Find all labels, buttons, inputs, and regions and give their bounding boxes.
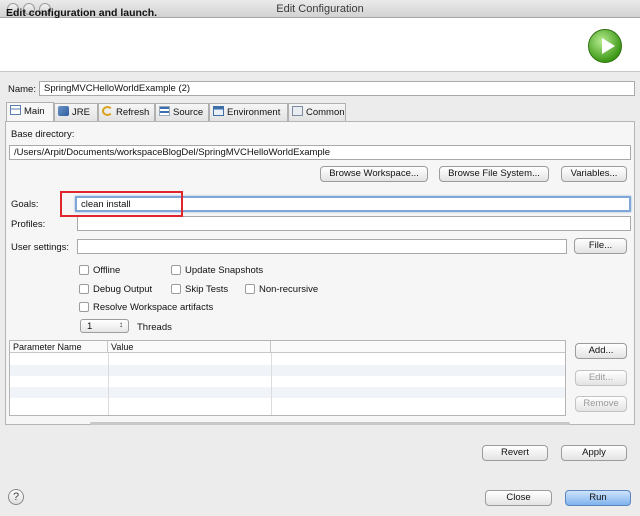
- goals-label: Goals:: [11, 199, 39, 210]
- column-divider: [108, 353, 109, 415]
- tab-environment-label: Environment: [227, 107, 281, 118]
- update-snapshots-checkbox[interactable]: [171, 265, 181, 275]
- tab-common[interactable]: Common: [288, 103, 346, 121]
- environment-icon: [213, 106, 224, 116]
- column-divider: [271, 353, 272, 415]
- apply-button[interactable]: Apply: [561, 445, 627, 461]
- user-settings-label: User settings:: [11, 242, 70, 253]
- browse-file-system-button[interactable]: Browse File System...: [439, 166, 549, 182]
- remove-parameter-button[interactable]: Remove: [575, 396, 627, 412]
- threads-select[interactable]: 1 ↕: [80, 319, 129, 333]
- file-button[interactable]: File...: [574, 238, 627, 254]
- tab-main-label: Main: [24, 106, 45, 117]
- update-snapshots-label: Update Snapshots: [185, 265, 264, 276]
- close-button[interactable]: Close: [485, 490, 552, 506]
- add-parameter-button[interactable]: Add...: [575, 343, 627, 359]
- dialog-header: [0, 18, 640, 72]
- horizontal-scrollbar[interactable]: [90, 422, 570, 425]
- profiles-field[interactable]: [77, 216, 631, 231]
- run-launch-icon: [588, 29, 622, 63]
- debug-output-checkbox[interactable]: [79, 284, 89, 294]
- tab-jre-label: JRE: [72, 107, 90, 118]
- debug-output-label: Debug Output: [93, 284, 153, 295]
- resolve-workspace-label: Resolve Workspace artifacts: [93, 302, 214, 313]
- tab-source[interactable]: Source: [155, 103, 209, 121]
- tab-refresh-label: Refresh: [116, 107, 150, 118]
- main-tab-icon: [10, 105, 21, 115]
- non-recursive-label: Non-recursive: [259, 284, 319, 295]
- table-row-stripe: [10, 387, 565, 398]
- user-settings-field[interactable]: [77, 239, 567, 254]
- profiles-label: Profiles:: [11, 219, 46, 230]
- goals-highlight-annotation: [60, 191, 183, 217]
- column-header-parameter-name[interactable]: Parameter Name: [10, 341, 108, 353]
- stepper-arrows-icon: ↕: [119, 320, 123, 329]
- tab-jre[interactable]: JRE: [54, 103, 98, 121]
- skip-tests-label: Skip Tests: [185, 284, 229, 295]
- jre-icon: [58, 106, 69, 116]
- offline-label: Offline: [93, 265, 121, 276]
- common-icon: [292, 106, 303, 116]
- threads-label: Threads: [137, 322, 172, 333]
- base-directory-field[interactable]: [9, 145, 631, 160]
- browse-workspace-button[interactable]: Browse Workspace...: [320, 166, 428, 182]
- name-label: Name:: [8, 84, 36, 95]
- base-directory-label: Base directory:: [11, 129, 75, 140]
- parameter-table[interactable]: Parameter Name Value: [9, 340, 566, 416]
- skip-tests-checkbox[interactable]: [171, 284, 181, 294]
- name-field[interactable]: [39, 81, 635, 96]
- revert-button[interactable]: Revert: [482, 445, 548, 461]
- help-icon[interactable]: ?: [8, 489, 24, 505]
- offline-checkbox[interactable]: [79, 265, 89, 275]
- column-header-empty: [271, 341, 565, 353]
- resolve-workspace-checkbox[interactable]: [79, 302, 89, 312]
- table-row-stripe: [10, 365, 565, 376]
- column-header-value[interactable]: Value: [108, 341, 271, 353]
- tab-source-label: Source: [173, 107, 204, 118]
- tab-main[interactable]: Main: [6, 102, 54, 122]
- run-button[interactable]: Run: [565, 490, 631, 506]
- variables-button[interactable]: Variables...: [561, 166, 627, 182]
- edit-parameter-button[interactable]: Edit...: [575, 370, 627, 386]
- tab-common-label: Common: [306, 107, 345, 118]
- threads-value: 1: [87, 321, 93, 332]
- tab-environment[interactable]: Environment: [209, 103, 288, 121]
- dialog-header-title: Edit configuration and launch.: [6, 7, 158, 19]
- non-recursive-checkbox[interactable]: [245, 284, 255, 294]
- refresh-icon: [102, 106, 113, 116]
- source-icon: [159, 106, 170, 116]
- tab-refresh[interactable]: Refresh: [98, 103, 155, 121]
